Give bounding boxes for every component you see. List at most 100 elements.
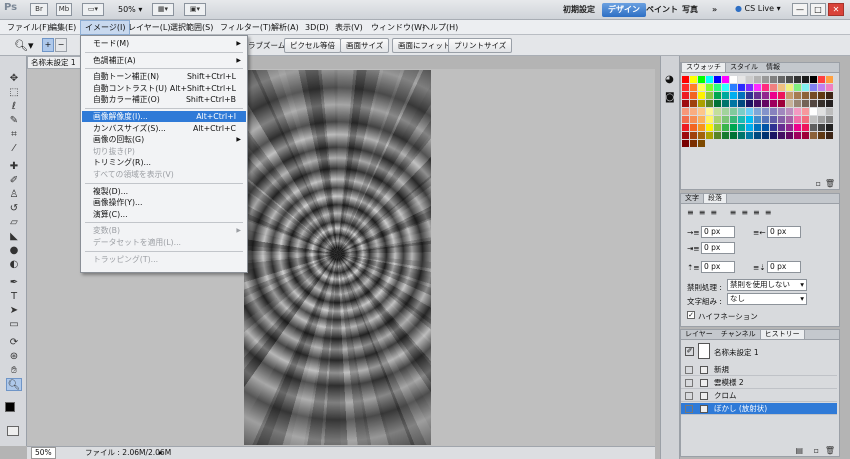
menu-view[interactable]: 表示(V) [331,20,367,35]
new-swatch-icon[interactable]: ▫ [816,179,821,188]
color-swatch[interactable] [786,84,793,91]
minimize-button[interactable]: — [792,3,808,16]
color-swatch[interactable] [754,92,761,99]
history-brush-source-box[interactable] [685,379,693,387]
color-swatch[interactable] [802,100,809,107]
color-swatch[interactable] [778,132,785,139]
color-swatch[interactable] [762,100,769,107]
new-document-from-state-icon[interactable]: ▤ [795,446,803,455]
menu-help[interactable]: ヘルプ(H) [418,20,462,35]
color-swatch[interactable] [794,92,801,99]
image-menu-item[interactable]: 画像操作(Y)... [82,197,246,208]
adjustments-panel-icon[interactable]: ◙ [665,92,675,103]
color-swatch[interactable] [730,124,737,131]
history-brush-source-icon[interactable]: ✐ [685,347,694,356]
color-swatch[interactable] [738,108,745,115]
color-swatch[interactable] [778,124,785,131]
image-menu-item[interactable]: 変数(B) ▶ [82,225,246,236]
color-swatch[interactable] [786,92,793,99]
3d-rotate-tool-icon[interactable]: ⟳ [6,336,22,349]
tab-styles[interactable]: スタイル [726,63,762,72]
quick-selection-tool-icon[interactable]: ✎ [6,114,22,127]
zoom-tool-active-icon[interactable]: 🔍︎ [6,378,22,391]
color-swatch[interactable] [794,100,801,107]
color-swatch[interactable] [802,76,809,83]
hand-tool-icon[interactable]: ✋︎ [6,364,22,377]
color-swatch[interactable] [706,108,713,115]
snapshot-name[interactable]: 名称未設定 1 [714,347,759,358]
mojikumi-select[interactable]: なし ▾ [727,293,807,305]
menu-image[interactable]: イメージ(I) [80,20,131,35]
color-swatch[interactable] [714,108,721,115]
color-swatch[interactable] [682,84,689,91]
color-swatch[interactable] [810,108,817,115]
color-swatch[interactable] [762,116,769,123]
tab-history[interactable]: ヒストリー [759,330,805,339]
menu-edit[interactable]: 編集(E) [45,20,80,35]
color-swatch[interactable] [722,100,729,107]
color-swatch[interactable] [730,84,737,91]
color-swatch[interactable] [706,76,713,83]
color-swatch[interactable] [802,124,809,131]
quick-mask-icon[interactable] [7,426,19,436]
move-tool-icon[interactable]: ✥ [6,72,22,85]
crop-tool-icon[interactable]: ⌗ [6,128,22,141]
color-swatch[interactable] [802,116,809,123]
color-swatch[interactable] [738,84,745,91]
image-menu-item[interactable]: 複製(D)... [82,186,246,197]
color-swatch[interactable] [786,76,793,83]
color-swatch[interactable] [826,124,833,131]
color-swatch[interactable] [754,132,761,139]
color-swatch[interactable] [826,108,833,115]
color-swatch[interactable] [706,116,713,123]
print-size-button[interactable]: プリントサイズ [448,38,513,53]
bridge-icon[interactable]: Br [30,3,48,16]
color-swatch[interactable] [738,124,745,131]
status-zoom[interactable]: 50% [31,447,56,459]
tab-paragraph[interactable]: 段落 [703,194,727,203]
alignment-buttons[interactable]: ≡≡≡ ≡≡≡≡ [687,208,776,217]
color-swatch[interactable] [786,108,793,115]
image-menu-item[interactable]: 自動コントラスト(U) Alt+Shift+Ctrl+L [82,83,246,94]
color-swatch[interactable] [730,108,737,115]
color-swatch[interactable] [818,84,825,91]
path-selection-tool-icon[interactable]: ➤ [6,304,22,317]
color-swatch[interactable] [770,108,777,115]
color-swatch[interactable] [722,124,729,131]
view-extras-icon[interactable]: ▭▾ [82,3,104,16]
indent-left-field[interactable]: 0 px [701,226,735,238]
color-swatch[interactable] [714,76,721,83]
color-swatch[interactable] [794,124,801,131]
history-brush-source-box[interactable] [685,405,693,413]
color-swatch[interactable] [698,100,705,107]
color-swatch[interactable] [706,84,713,91]
color-swatch[interactable] [682,100,689,107]
color-swatch[interactable] [794,108,801,115]
color-swatch[interactable] [698,140,705,147]
status-arrow-icon[interactable]: ▸ [159,447,163,459]
color-swatch[interactable] [682,140,689,147]
history-state-row[interactable]: 新規 [681,364,837,376]
color-swatch[interactable] [762,132,769,139]
color-swatch[interactable] [730,76,737,83]
marquee-tool-icon[interactable]: ⬚ [6,86,22,99]
snapshot-thumbnail[interactable] [698,343,710,359]
tab-swatches[interactable]: スウォッチ [681,63,726,72]
color-swatch[interactable] [722,132,729,139]
color-swatch[interactable] [738,92,745,99]
indent-first-line-field[interactable]: 0 px [701,242,735,254]
color-swatch[interactable] [714,84,721,91]
color-swatch[interactable] [770,100,777,107]
color-swatch[interactable] [794,84,801,91]
color-swatch[interactable] [770,124,777,131]
color-swatch[interactable] [746,108,753,115]
color-swatch[interactable] [714,124,721,131]
healing-brush-tool-icon[interactable]: ✚ [6,160,22,173]
color-swatch[interactable] [818,92,825,99]
color-swatch[interactable] [746,124,753,131]
zoom-level-dropdown[interactable]: 50% ▾ [118,5,142,14]
image-menu-item[interactable]: モード(M) ▶ [82,38,246,49]
type-tool-icon[interactable]: T [6,290,22,303]
color-swatch[interactable] [746,84,753,91]
color-swatch[interactable] [698,108,705,115]
